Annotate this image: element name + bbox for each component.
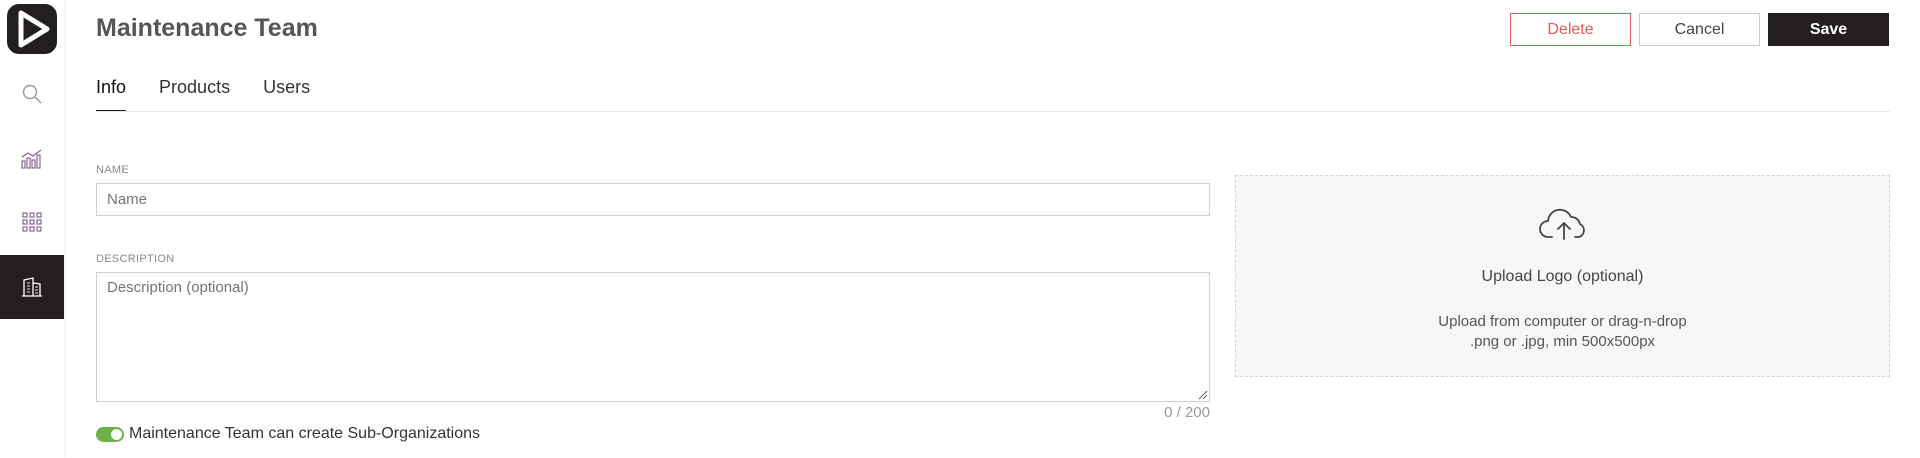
app-logo[interactable] [7, 4, 57, 54]
search-icon [22, 84, 42, 104]
building-icon [22, 277, 42, 297]
name-label: NAME [96, 164, 129, 176]
logo-upload-dropzone[interactable]: Upload Logo (optional) Upload from compu… [1235, 175, 1890, 377]
tab-users[interactable]: Users [263, 74, 310, 112]
description-label: DESCRIPTION [96, 253, 175, 265]
save-button[interactable]: Save [1768, 13, 1889, 46]
grid-apps-icon [22, 212, 42, 232]
upload-hint: Upload from computer or drag-n-drop [1438, 313, 1687, 330]
sidebar [0, 0, 64, 458]
sidebar-item-organizations[interactable] [0, 255, 64, 319]
play-logo-icon [18, 10, 50, 48]
toggle-knob [111, 429, 122, 440]
cloud-upload-icon [1539, 208, 1585, 240]
toggle-label: Maintenance Team can create Sub-Organiza… [129, 425, 481, 442]
upload-title: Upload Logo (optional) [1481, 268, 1644, 285]
tabs-divider [96, 111, 1890, 112]
character-counter: 0 / 200 [1164, 404, 1210, 421]
tab-info[interactable]: Info [96, 74, 127, 112]
sidebar-item-analytics[interactable] [0, 127, 64, 191]
upload-format-hint: .png or .jpg, min 500x500px [1469, 333, 1656, 350]
sidebar-item-search[interactable] [0, 62, 64, 126]
resize-handle-icon[interactable] [1198, 390, 1208, 400]
cancel-button[interactable]: Cancel [1639, 13, 1760, 46]
tab-bar: Info Products Users [96, 74, 343, 112]
sub-organizations-toggle[interactable] [96, 427, 124, 442]
delete-button[interactable]: Delete [1510, 13, 1631, 46]
tab-products[interactable]: Products [159, 74, 230, 112]
name-field[interactable] [96, 183, 1210, 216]
page-title: Maintenance Team [96, 14, 318, 42]
description-field[interactable] [96, 272, 1210, 402]
chart-icon [21, 149, 42, 169]
sidebar-item-apps[interactable] [0, 190, 64, 254]
